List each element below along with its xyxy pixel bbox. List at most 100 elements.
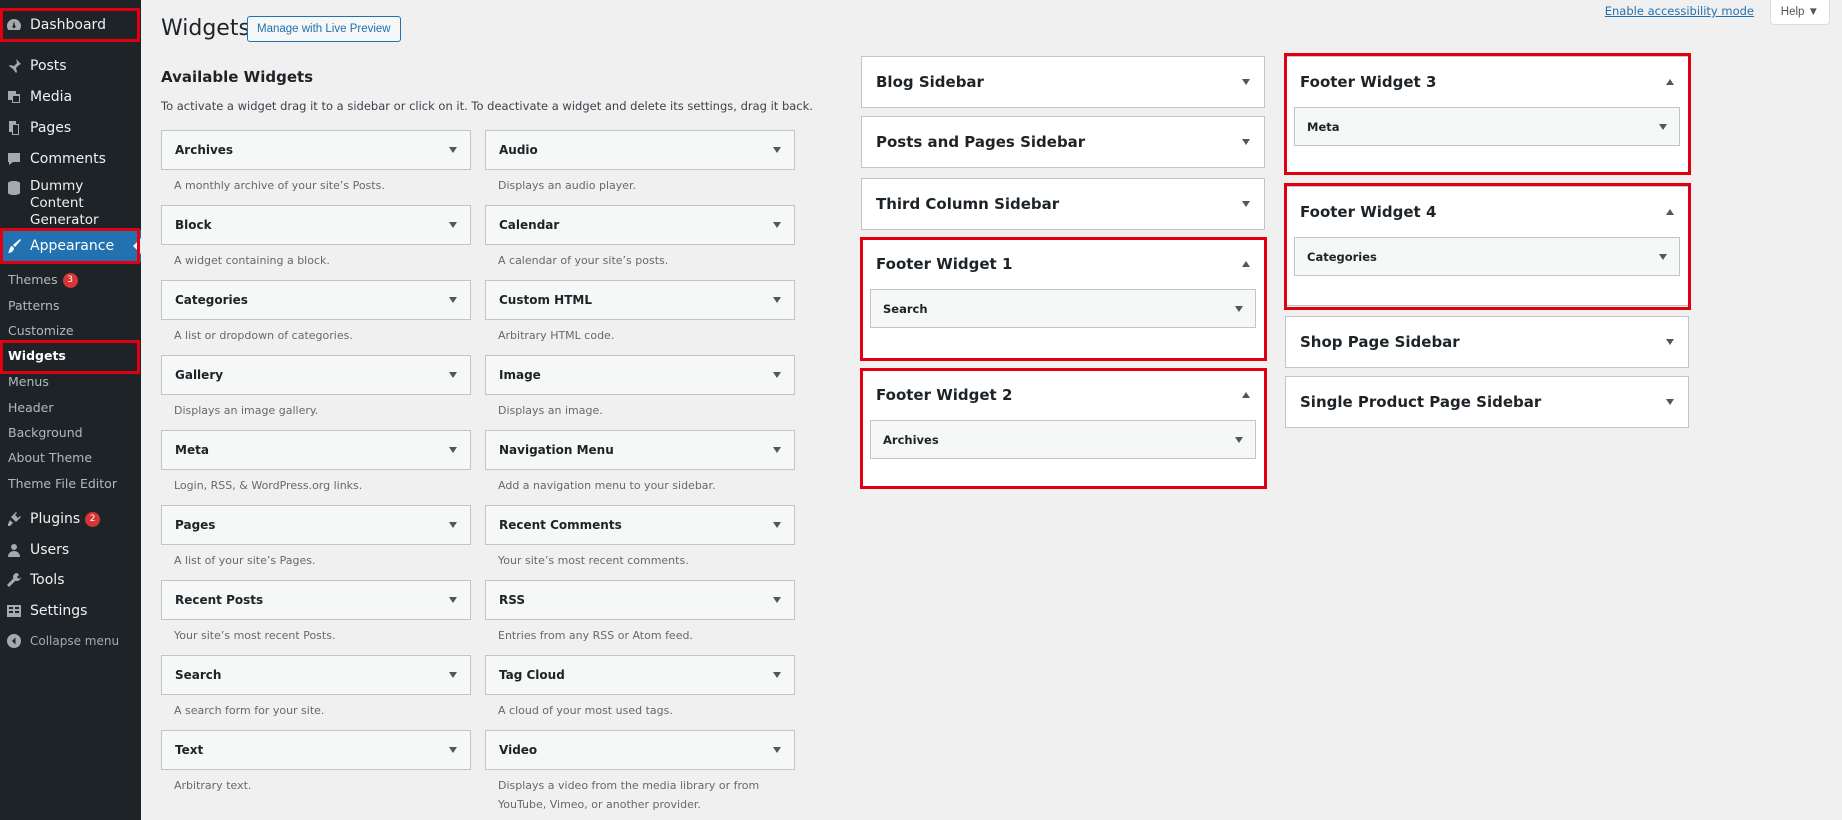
menu-users-label: Users <box>30 542 70 558</box>
placed-widget-categories[interactable]: Categories <box>1294 237 1680 276</box>
caret-down-icon[interactable] <box>773 447 781 453</box>
submenu-menus[interactable]: Menus <box>0 374 141 389</box>
caret-down-icon[interactable] <box>1666 399 1674 405</box>
submenu-theme-file-editor[interactable]: Theme File Editor <box>0 476 141 491</box>
menu-dummy-content-generator[interactable]: Dummy Content Generator <box>0 178 141 228</box>
sidebar-footer-widget-2[interactable]: Footer Widget 2 Archives <box>861 369 1265 487</box>
caret-down-icon[interactable] <box>449 147 457 153</box>
sidebar-title: Footer Widget 2 <box>876 386 1013 404</box>
widget-custom-html[interactable]: Custom HTML <box>485 280 795 320</box>
widget-archives[interactable]: Archives <box>161 130 471 170</box>
manage-live-preview-button[interactable]: Manage with Live Preview <box>247 16 401 42</box>
menu-dummy-label-line1: Dummy Content <box>30 178 84 211</box>
widget-gallery[interactable]: Gallery <box>161 355 471 395</box>
submenu-header[interactable]: Header <box>0 400 141 415</box>
widget-image[interactable]: Image <box>485 355 795 395</box>
caret-down-icon[interactable] <box>449 672 457 678</box>
submenu-customize[interactable]: Customize <box>0 323 141 338</box>
menu-media-label: Media <box>30 89 73 105</box>
menu-comments[interactable]: Comments <box>0 146 141 172</box>
caret-down-icon[interactable] <box>773 747 781 753</box>
submenu-patterns[interactable]: Patterns <box>0 298 141 313</box>
sidebar-single-product-page[interactable]: Single Product Page Sidebar <box>1285 376 1689 428</box>
caret-down-icon[interactable] <box>1242 79 1250 85</box>
caret-down-icon[interactable] <box>1235 305 1243 312</box>
settings-icon <box>6 603 22 619</box>
placed-widget-name: Categories <box>1307 249 1377 264</box>
menu-appearance[interactable]: Appearance <box>0 230 141 262</box>
help-button[interactable]: Help ▼ <box>1769 0 1830 25</box>
widget-description: Displays an audio player. <box>498 179 637 192</box>
caret-down-icon[interactable] <box>449 372 457 378</box>
submenu-themes[interactable]: Themes 3 <box>0 272 141 288</box>
themes-update-badge: 3 <box>62 273 78 288</box>
widget-name: Custom HTML <box>499 293 592 307</box>
placed-widget-meta[interactable]: Meta <box>1294 107 1680 146</box>
widget-search[interactable]: Search <box>161 655 471 695</box>
sidebar-footer-widget-4[interactable]: Footer Widget 4 Categories <box>1285 186 1689 306</box>
caret-down-icon[interactable] <box>449 522 457 528</box>
widget-recent-comments[interactable]: Recent Comments <box>485 505 795 545</box>
menu-users[interactable]: Users <box>0 537 141 563</box>
caret-down-icon[interactable] <box>449 222 457 228</box>
caret-down-icon[interactable] <box>1666 339 1674 345</box>
caret-down-icon[interactable] <box>773 297 781 303</box>
enable-accessibility-mode-link[interactable]: Enable accessibility mode <box>1605 4 1754 18</box>
caret-up-icon[interactable] <box>1666 79 1674 85</box>
widget-calendar[interactable]: Calendar <box>485 205 795 245</box>
caret-down-icon[interactable] <box>449 747 457 753</box>
caret-down-icon[interactable] <box>449 597 457 603</box>
placed-widget-archives[interactable]: Archives <box>870 420 1256 459</box>
widget-navigation-menu[interactable]: Navigation Menu <box>485 430 795 470</box>
menu-posts[interactable]: Posts <box>0 53 141 79</box>
caret-up-icon[interactable] <box>1666 209 1674 215</box>
sidebar-blog[interactable]: Blog Sidebar <box>861 56 1265 108</box>
caret-down-icon[interactable] <box>773 372 781 378</box>
widget-meta[interactable]: Meta <box>161 430 471 470</box>
caret-down-icon[interactable] <box>1242 201 1250 207</box>
caret-down-icon[interactable] <box>1659 253 1667 260</box>
sidebar-footer-widget-3[interactable]: Footer Widget 3 Meta <box>1285 56 1689 174</box>
menu-settings[interactable]: Settings <box>0 598 141 624</box>
available-widgets-description: To activate a widget drag it to a sideba… <box>161 99 813 113</box>
widget-description: Your site’s most recent Posts. <box>174 629 336 642</box>
caret-down-icon[interactable] <box>773 672 781 678</box>
submenu-about-theme[interactable]: About Theme <box>0 450 141 465</box>
widget-video[interactable]: Video <box>485 730 795 770</box>
submenu-background[interactable]: Background <box>0 425 141 440</box>
caret-down-icon[interactable] <box>773 222 781 228</box>
widget-categories[interactable]: Categories <box>161 280 471 320</box>
caret-up-icon[interactable] <box>1242 392 1250 398</box>
menu-plugins[interactable]: Plugins 2 <box>0 506 141 532</box>
caret-up-icon[interactable] <box>1242 261 1250 267</box>
caret-down-icon[interactable] <box>773 147 781 153</box>
widget-block[interactable]: Block <box>161 205 471 245</box>
plugins-update-badge: 2 <box>85 511 101 527</box>
widget-tag-cloud[interactable]: Tag Cloud <box>485 655 795 695</box>
menu-tools[interactable]: Tools <box>0 567 141 593</box>
sidebar-posts-and-pages[interactable]: Posts and Pages Sidebar <box>861 116 1265 168</box>
menu-collapse[interactable]: Collapse menu <box>0 628 141 654</box>
menu-media[interactable]: Media <box>0 84 141 110</box>
widget-pages[interactable]: Pages <box>161 505 471 545</box>
menu-dashboard[interactable]: Dashboard <box>0 12 141 38</box>
placed-widget-search[interactable]: Search <box>870 289 1256 328</box>
caret-down-icon[interactable] <box>773 522 781 528</box>
caret-down-icon[interactable] <box>449 447 457 453</box>
widget-recent-posts[interactable]: Recent Posts <box>161 580 471 620</box>
caret-down-icon[interactable] <box>1242 139 1250 145</box>
widget-audio[interactable]: Audio <box>485 130 795 170</box>
caret-down-icon[interactable] <box>773 597 781 603</box>
sidebar-third-column[interactable]: Third Column Sidebar <box>861 178 1265 230</box>
caret-down-icon[interactable] <box>1659 123 1667 130</box>
widget-description: Displays an image gallery. <box>174 404 319 417</box>
widget-rss[interactable]: RSS <box>485 580 795 620</box>
sidebar-footer-widget-1[interactable]: Footer Widget 1 Search <box>861 238 1265 360</box>
menu-dummy-label-line2: Generator <box>30 212 99 228</box>
caret-down-icon[interactable] <box>1235 436 1243 443</box>
menu-pages[interactable]: Pages <box>0 115 141 141</box>
sidebar-shop-page[interactable]: Shop Page Sidebar <box>1285 316 1689 368</box>
caret-down-icon[interactable] <box>449 297 457 303</box>
widget-text[interactable]: Text <box>161 730 471 770</box>
submenu-widgets[interactable]: Widgets <box>0 348 141 363</box>
